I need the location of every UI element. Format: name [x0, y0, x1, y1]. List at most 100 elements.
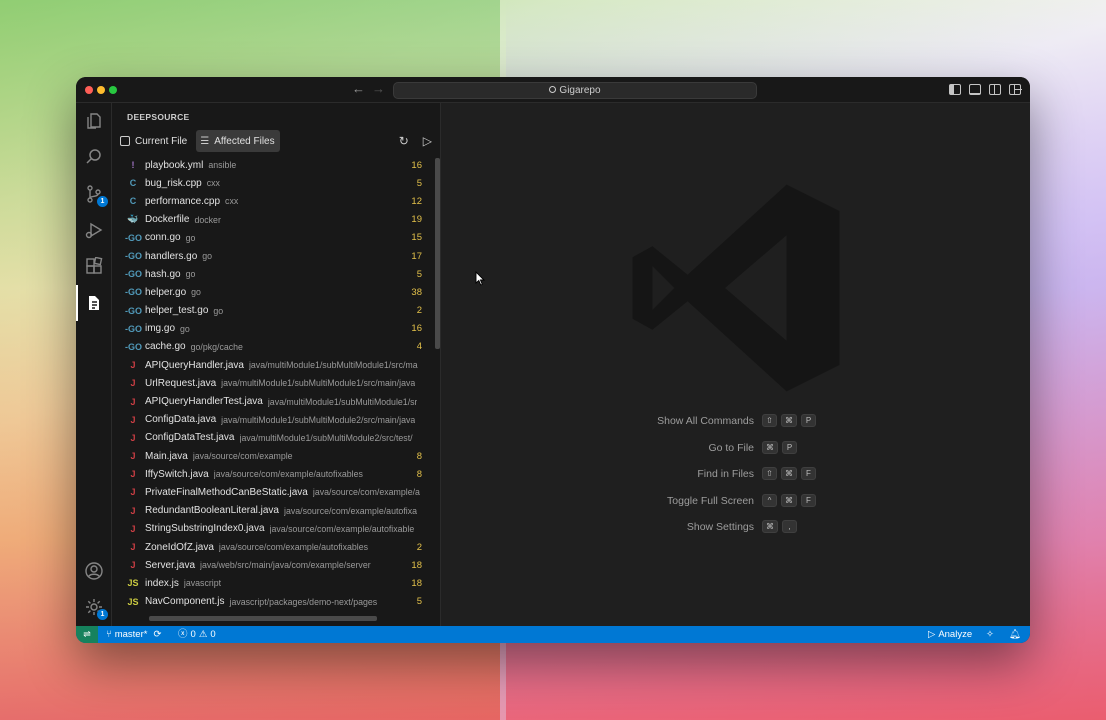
list-item[interactable]: JS index.js javascript 18 [112, 574, 434, 592]
affected-files-list: ! playbook.yml ansible 16 Cbug_risk.cpp cxx 5 C… [112, 156, 434, 616]
file-path: java/multiModule1/subMultiModule1/sr [267, 396, 418, 407]
list-item[interactable]: J ConfigData.java java/multiModule1/subMul… [112, 411, 434, 429]
list-item[interactable]: J APIQueryHandlerTest.java java/multiModul… [112, 392, 434, 410]
file-type-icon: J [130, 542, 136, 553]
list-item[interactable]: J Main.java java/source/com/example 8 [112, 447, 434, 465]
feedback-icon[interactable]: ✧ [986, 626, 994, 643]
keycap: ⇧ [762, 414, 777, 427]
file-path: java/source/com/example/autofixa [284, 505, 417, 516]
file-type-icon: J [130, 560, 136, 571]
issue-count: 5 [410, 596, 422, 608]
file-name: PrivateFinalMethodCanBeStatic.java [145, 486, 308, 498]
list-item[interactable]: Cperformance.cpp cxx 12 [112, 192, 434, 210]
file-name: cache.go [145, 341, 186, 353]
file-name: ZoneIdOfZ.java [145, 541, 214, 553]
notifications-icon[interactable]: 🔔︎ [1009, 626, 1021, 643]
run-analysis-icon[interactable]: ▷ [423, 134, 432, 148]
list-item[interactable]: -GO hash.go go 5 [112, 265, 434, 283]
list-item[interactable]: J UrlRequest.java java/multiModule1/subMul… [112, 374, 434, 392]
minimize-window-button[interactable] [97, 86, 105, 94]
file-path: go [185, 232, 196, 243]
accounts-icon[interactable] [83, 560, 105, 582]
toggle-primary-sidebar-icon[interactable] [949, 84, 961, 95]
close-window-button[interactable] [85, 86, 93, 94]
file-path: java/source/com/example [192, 451, 293, 462]
issue-count: 19 [405, 214, 422, 226]
issue-count: 16 [405, 323, 422, 335]
keycap: ⌘ [762, 520, 778, 533]
list-item[interactable]: -GO conn.go go 15 [112, 229, 434, 247]
issue-count: 15 [405, 232, 422, 244]
file-path: cxx [225, 196, 239, 207]
file-type-icon: J [130, 469, 136, 480]
list-item[interactable]: -GO helper_test.go go 2 [112, 302, 434, 320]
issue-count: 12 [405, 195, 422, 207]
shortcut-hint: Toggle Full Screen ^ ⌘ F [442, 493, 1030, 509]
list-item[interactable]: -GO img.go go 16 [112, 320, 434, 338]
refresh-icon[interactable]: ↻ [399, 134, 409, 148]
explorer-icon[interactable] [83, 110, 105, 132]
file-name: StringSubstringIndex0.java [145, 523, 265, 535]
list-item[interactable]: JS NavComponent.js javascript/packages/dem… [112, 593, 434, 611]
active-view-indicator [76, 285, 78, 321]
list-item[interactable]: ! playbook.yml ansible 16 [112, 156, 434, 174]
file-type-icon: J [130, 505, 136, 516]
search-icon[interactable] [83, 146, 105, 168]
file-name: RedundantBooleanLiteral.java [145, 505, 279, 517]
vscode-watermark-logo [632, 184, 840, 392]
file-name: bug_risk.cpp [145, 177, 202, 189]
branch-indicator[interactable]: ⑂ master* ⟳ [106, 626, 161, 643]
source-control-icon[interactable]: 1 [83, 183, 108, 207]
file-type-icon: J [130, 523, 136, 534]
command-center[interactable]: Gigarepo [393, 82, 757, 99]
tab-current-file[interactable]: Current File [116, 130, 192, 152]
keycap: ⇧ [762, 467, 777, 480]
issue-count: 5 [410, 177, 422, 189]
file-type-icon: C [129, 178, 137, 189]
vertical-scrollbar[interactable] [435, 158, 440, 349]
keycap: ⌘ [781, 467, 797, 480]
issue-count: 38 [405, 286, 422, 298]
warning-count: 0 [210, 629, 216, 640]
tab-affected-files[interactable]: ☰ Affected Files [196, 130, 280, 152]
forward-arrow-icon[interactable]: → [372, 82, 385, 96]
analyze-button[interactable]: ▷ Analyze [928, 626, 972, 643]
file-type-icon: J [130, 451, 136, 462]
back-arrow-icon[interactable]: ← [352, 82, 365, 96]
list-item[interactable]: J Server.java java/web/src/main/java/com/e… [112, 556, 434, 574]
list-item[interactable]: -GO cache.go go/pkg/cache 4 [112, 338, 434, 356]
list-item[interactable]: J PrivateFinalMethodCanBeStatic.java java/… [112, 483, 434, 501]
horizontal-scrollbar[interactable] [149, 616, 377, 621]
branch-name: master* [114, 629, 148, 640]
deepsource-icon[interactable] [83, 292, 105, 314]
file-icon [120, 136, 130, 146]
list-item[interactable]: J ZoneIdOfZ.java java/source/com/example/a… [112, 538, 434, 556]
file-name: ConfigDataTest.java [145, 432, 235, 444]
sidebar-title: DEEPSOURCE [127, 112, 190, 122]
list-item[interactable]: Cbug_risk.cpp cxx 5 [112, 174, 434, 192]
gear-icon[interactable]: 1 [83, 596, 108, 620]
problems-indicator[interactable]: ⓧ 0 ⚠ 0 [178, 626, 216, 643]
list-item[interactable]: J ConfigDataTest.java java/multiModule1/su… [112, 429, 434, 447]
maximize-window-button[interactable] [109, 86, 117, 94]
list-item[interactable]: 🐳 Dockerfile docker 19 [112, 211, 434, 229]
toggle-panel-icon[interactable] [969, 84, 981, 95]
list-item[interactable]: -GO handlers.go go 17 [112, 247, 434, 265]
file-path: go [213, 305, 224, 316]
list-item[interactable]: J APIQueryHandler.java java/multiModule1/s… [112, 356, 434, 374]
list-icon: ☰ [200, 135, 210, 147]
list-item[interactable]: -GO helper.go go 38 [112, 283, 434, 301]
file-name: handlers.go [145, 250, 198, 262]
file-path: javascript [183, 578, 222, 589]
file-path: go [191, 287, 201, 298]
list-item[interactable]: J StringSubstringIndex0.java java/source/c… [112, 520, 434, 538]
extensions-icon[interactable] [83, 256, 105, 278]
list-item[interactable]: J IffySwitch.java java/source/com/example/… [112, 465, 434, 483]
customize-layout-icon[interactable] [1009, 84, 1022, 95]
list-item[interactable]: J RedundantBooleanLiteral.java java/source… [112, 502, 434, 520]
run-debug-icon[interactable] [83, 219, 105, 241]
issue-count: 4 [410, 341, 422, 353]
toggle-secondary-sidebar-icon[interactable] [989, 84, 1001, 95]
remote-icon[interactable]: ⇌ [76, 626, 98, 643]
error-count: 0 [190, 629, 196, 640]
